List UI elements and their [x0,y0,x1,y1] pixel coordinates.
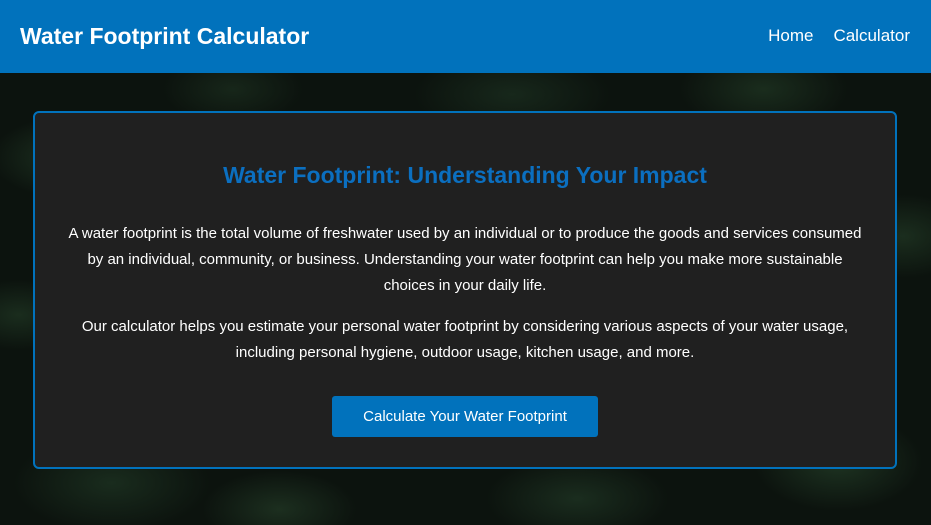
nav-link-calculator[interactable]: Calculator [833,26,910,46]
intro-paragraph-definition: A water footprint is the total volume of… [68,225,862,294]
nav-link-home[interactable]: Home [768,26,813,46]
top-navbar: Water Footprint Calculator Home Calculat… [0,0,931,73]
calculate-footprint-button[interactable]: Calculate Your Water Footprint [332,396,598,437]
nav-menu: Home Calculator [768,26,910,46]
intro-card: Water Footprint: Understanding Your Impa… [33,111,897,469]
intro-title: Water Footprint: Understanding Your Impa… [223,162,707,188]
site-title: Water Footprint Calculator [20,23,310,49]
intro-paragraph-calculator: Our calculator helps you estimate your p… [81,318,849,361]
